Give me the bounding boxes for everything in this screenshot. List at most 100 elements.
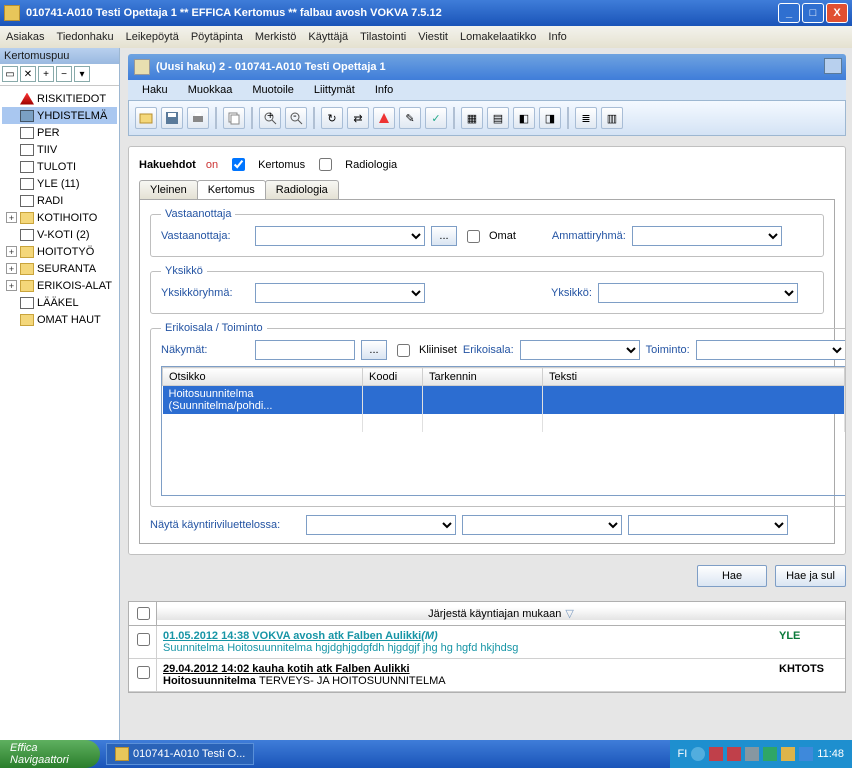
submenu-muotoile[interactable]: Muotoile	[252, 84, 294, 96]
tray-icon-3[interactable]	[727, 747, 741, 761]
tree-view[interactable]: RISKITIEDOTYHDISTELMÄPERTIIVTULOTIYLE (1…	[0, 86, 119, 740]
tree-node-radi[interactable]: RADI	[2, 192, 117, 209]
result-link[interactable]: 01.05.2012 14:38 VOKVA avosh atk Falben …	[163, 630, 421, 642]
start-button[interactable]: Effica Navigaattori	[0, 740, 100, 768]
checkbox-kertomus[interactable]	[232, 158, 245, 171]
tree-node-yle-11-[interactable]: YLE (11)	[2, 175, 117, 192]
tree-tool-close-icon[interactable]: ✕	[20, 66, 36, 82]
browse-vastaanottaja-button[interactable]: ...	[431, 226, 457, 246]
menu-leikepoyta[interactable]: Leikepöytä	[126, 31, 179, 43]
grid-cell-koodi[interactable]	[363, 386, 423, 415]
combo-vastaanottaja[interactable]	[255, 226, 425, 246]
tool-grid-icon[interactable]: ▦	[461, 107, 483, 129]
tree-node-seuranta[interactable]: +SEURANTA	[2, 260, 117, 277]
tree-tool-minus-icon[interactable]: −	[56, 66, 72, 82]
window-close-button[interactable]: X	[826, 3, 848, 23]
window-maximize-button[interactable]: □	[802, 3, 824, 23]
tool-print-icon[interactable]	[187, 107, 209, 129]
system-tray[interactable]: FI 11:48	[670, 740, 852, 768]
tray-icon-7[interactable]	[799, 747, 813, 761]
result-checkbox[interactable]	[137, 666, 150, 679]
menu-viestit[interactable]: Viestit	[418, 31, 448, 43]
menu-lomakelaatikko[interactable]: Lomakelaatikko	[460, 31, 536, 43]
menu-merkisto[interactable]: Merkistö	[255, 31, 297, 43]
menu-info[interactable]: Info	[548, 31, 566, 43]
combo-toiminto[interactable]	[696, 340, 846, 360]
tool-open-icon[interactable]	[135, 107, 157, 129]
tray-icon-2[interactable]	[709, 747, 723, 761]
tree-node-tiiv[interactable]: TIIV	[2, 141, 117, 158]
combo-yksikko[interactable]	[598, 283, 798, 303]
tray-icon-4[interactable]	[745, 747, 759, 761]
grid-cell-otsikko[interactable]: Hoitosuunnitelma (Suunnitelma/pohdi...	[163, 386, 363, 415]
checkbox-omat[interactable]	[467, 230, 480, 243]
tree-node-erikois-alat[interactable]: +ERIKOIS-ALAT	[2, 277, 117, 294]
grid-cell-teksti[interactable]	[543, 386, 845, 415]
tray-icon-5[interactable]	[763, 747, 777, 761]
tool-zoom-out-icon[interactable]: -	[285, 107, 307, 129]
tree-expand-icon[interactable]: +	[6, 246, 17, 257]
tree-tool-doc-icon[interactable]: ▭	[2, 66, 18, 82]
tree-tool-plus-icon[interactable]: +	[38, 66, 54, 82]
tab-yleinen[interactable]: Yleinen	[139, 180, 198, 199]
tool-warn-icon[interactable]	[373, 107, 395, 129]
combo-erikoisala[interactable]	[520, 340, 640, 360]
menu-kayttaja[interactable]: Käyttäjä	[308, 31, 348, 43]
tab-radiologia[interactable]: Radiologia	[265, 180, 339, 199]
tree-node-hoitoty-[interactable]: +HOITOTYÖ	[2, 243, 117, 260]
tree-expand-icon[interactable]: +	[6, 280, 17, 291]
tree-node-l-kel[interactable]: LÄÄKEL	[2, 294, 117, 311]
tree-tool-chevron-icon[interactable]: ▾	[74, 66, 90, 82]
hae-button[interactable]: Hae	[697, 565, 767, 587]
tool-refresh-icon[interactable]: ↻	[321, 107, 343, 129]
tool-edit-icon[interactable]: ✎	[399, 107, 421, 129]
checkbox-kliiniset[interactable]	[397, 344, 410, 357]
tool-link-icon[interactable]: ⇄	[347, 107, 369, 129]
combo-yksikkoryhma[interactable]	[255, 283, 425, 303]
tree-node-per[interactable]: PER	[2, 124, 117, 141]
tool-save-icon[interactable]	[161, 107, 183, 129]
menu-poytapinta[interactable]: Pöytäpinta	[191, 31, 243, 43]
results-select-all-checkbox[interactable]	[137, 607, 150, 620]
col-tarkennin[interactable]: Tarkennin	[423, 368, 543, 386]
combo-nayta-3[interactable]	[628, 515, 788, 535]
col-koodi[interactable]: Koodi	[363, 368, 423, 386]
tool-misc1-icon[interactable]: ◧	[513, 107, 535, 129]
tool-copy-icon[interactable]	[223, 107, 245, 129]
input-nakymat[interactable]	[255, 340, 355, 360]
criteria-grid[interactable]: Otsikko Koodi Tarkennin Teksti Hoitosuun…	[161, 366, 846, 496]
tree-node-tuloti[interactable]: TULOTI	[2, 158, 117, 175]
combo-nayta-1[interactable]	[306, 515, 456, 535]
grid-cell-tarkennin[interactable]	[423, 386, 543, 415]
result-link[interactable]: 29.04.2012 14:02 kauha kotih atk Falben …	[163, 663, 410, 675]
tab-kertomus[interactable]: Kertomus	[197, 180, 266, 199]
col-otsikko[interactable]: Otsikko	[163, 368, 363, 386]
tree-node-yhdistelm-[interactable]: YHDISTELMÄ	[2, 107, 117, 124]
tree-node-v-koti-2-[interactable]: V-KOTI (2)	[2, 226, 117, 243]
result-checkbox[interactable]	[137, 633, 150, 646]
checkbox-radiologia[interactable]	[319, 158, 332, 171]
tool-list-icon[interactable]: ≣	[575, 107, 597, 129]
tree-node-riskitiedot[interactable]: RISKITIEDOT	[2, 90, 117, 107]
results-sort-button[interactable]: Järjestä käyntiajan mukaan ▽	[157, 607, 845, 620]
col-teksti[interactable]: Teksti	[543, 368, 845, 386]
tree-node-kotihoito[interactable]: +KOTIHOITO	[2, 209, 117, 226]
menu-tiedonhaku[interactable]: Tiedonhaku	[57, 31, 114, 43]
submenu-liittymat[interactable]: Liittymät	[314, 84, 355, 96]
tray-lang[interactable]: FI	[678, 748, 688, 760]
combo-nayta-2[interactable]	[462, 515, 622, 535]
tree-node-omat-haut[interactable]: OMAT HAUT	[2, 311, 117, 328]
submenu-muokkaa[interactable]: Muokkaa	[188, 84, 233, 96]
submenu-haku[interactable]: Haku	[142, 84, 168, 96]
taskbar-task-button[interactable]: 010741-A010 Testi O...	[106, 743, 254, 765]
tray-icon-6[interactable]	[781, 747, 795, 761]
tool-check-icon[interactable]: ✓	[425, 107, 447, 129]
combo-ammattiryhma[interactable]	[632, 226, 782, 246]
tool-cols-icon[interactable]: ▥	[601, 107, 623, 129]
tool-table-icon[interactable]: ▤	[487, 107, 509, 129]
tool-misc2-icon[interactable]: ◨	[539, 107, 561, 129]
submenu-info[interactable]: Info	[375, 84, 393, 96]
child-window-minimize-button[interactable]	[824, 58, 842, 74]
tree-expand-icon[interactable]: +	[6, 212, 17, 223]
menu-tilastointi[interactable]: Tilastointi	[360, 31, 406, 43]
